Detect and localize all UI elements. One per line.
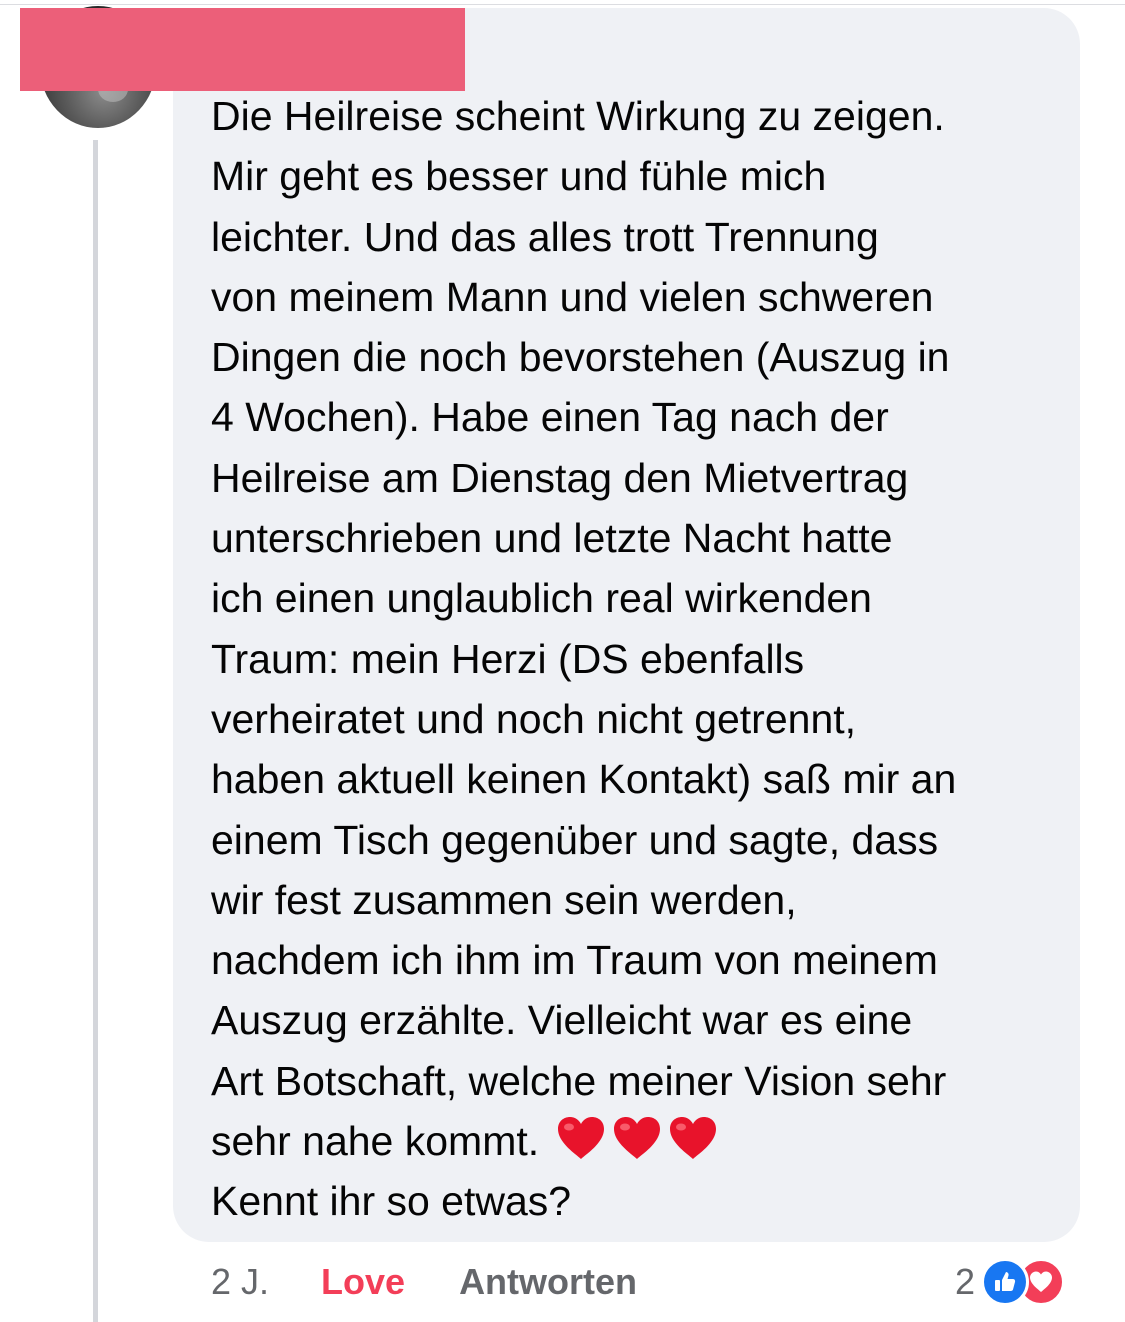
comment-line: Dingen die noch bevorstehen (Auszug in: [211, 334, 950, 381]
red-heart-icon: [611, 1115, 663, 1161]
comment-view: Die Heilreise scheint Wirkung zu zeigen.…: [0, 0, 1125, 1322]
comment-line: Mir geht es besser und fühle mich: [211, 153, 827, 200]
comment-text: Die Heilreise scheint Wirkung zu zeigen.…: [211, 86, 1061, 1232]
comment-line: Auszug erzählte. Vielleicht war es eine: [211, 997, 913, 1044]
comment-line: 4 Wochen). Habe einen Tag nach der: [211, 394, 889, 441]
comment-line: unterschrieben und letzte Nacht hatte: [211, 515, 893, 562]
author-name-redaction: [20, 8, 465, 91]
comment-line: ich einen unglaublich real wirkenden: [211, 575, 872, 622]
comment-line: nachdem ich ihm im Traum von meinem: [211, 937, 938, 984]
comment-line: wir fest zusammen sein werden,: [211, 876, 797, 923]
comment-actions: 2 J. Love Antworten: [211, 1258, 637, 1306]
comment-line: sehr nahe kommt.: [211, 1118, 551, 1165]
reaction-count: 2: [955, 1261, 976, 1302]
thread-line: [93, 140, 98, 1322]
divider: [0, 4, 1125, 5]
red-heart-icon: [667, 1115, 719, 1161]
comment-line: haben aktuell keinen Kontakt) saß mir an: [211, 756, 957, 803]
comment-line: einem Tisch gegenüber und sagte, dass: [211, 816, 939, 863]
reaction-summary[interactable]: 2: [955, 1258, 1066, 1306]
comment-line: leichter. Und das alles trott Trennung: [211, 213, 879, 260]
comment-line: Die Heilreise scheint Wirkung zu zeigen.: [211, 93, 945, 139]
comment-timestamp[interactable]: 2 J.: [211, 1261, 269, 1303]
love-button[interactable]: Love: [321, 1261, 405, 1303]
reply-button[interactable]: Antworten: [459, 1261, 637, 1303]
comment-line: Heilreise am Dienstag den Mietvertrag: [211, 454, 909, 501]
comment-closing-line: Kennt ihr so etwas?: [211, 1178, 572, 1225]
comment-line: verheiratet und noch nicht getrennt,: [211, 695, 857, 742]
comment-line: von meinem Mann und vielen schweren: [211, 273, 934, 320]
red-heart-icon: [555, 1115, 607, 1161]
comment-line: Art Botschaft, welche meiner Vision sehr: [211, 1057, 947, 1104]
like-icon: [981, 1258, 1030, 1306]
comment-line: Traum: mein Herzi (DS ebenfalls: [211, 635, 805, 682]
